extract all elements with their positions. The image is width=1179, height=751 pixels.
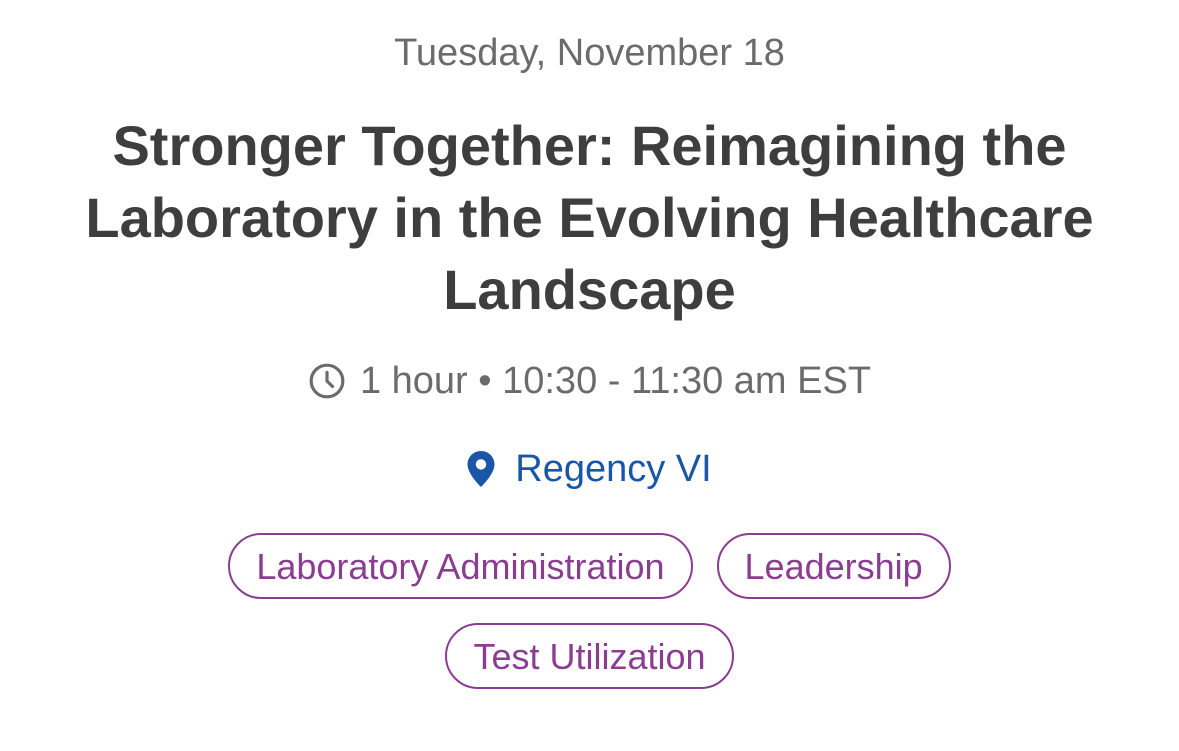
session-tags: Laboratory Administration Leadership Tes…	[0, 533, 1179, 713]
tag-leadership[interactable]: Leadership	[716, 533, 951, 599]
tag-laboratory-administration[interactable]: Laboratory Administration	[228, 533, 693, 599]
tag-test-utilization[interactable]: Test Utilization	[445, 623, 734, 689]
session-location-link[interactable]: Regency VI	[0, 445, 1179, 493]
session-title: Stronger Together: Reimagining the Labor…	[85, 114, 1094, 321]
tag-row: Test Utilization	[0, 623, 1179, 689]
session-card: Tuesday, November 18 Stronger Together: …	[0, 0, 1179, 751]
session-location: Regency VI	[515, 447, 712, 490]
session-time: 1 hour • 10:30 - 11:30 am EST	[359, 359, 872, 402]
clock-icon	[309, 363, 345, 399]
session-date: Tuesday, November 18	[394, 32, 785, 74]
map-pin-icon	[467, 451, 495, 487]
tag-row: Laboratory Administration Leadership	[0, 533, 1179, 599]
session-time-row: 1 hour • 10:30 - 11:30 am EST	[0, 357, 1179, 405]
